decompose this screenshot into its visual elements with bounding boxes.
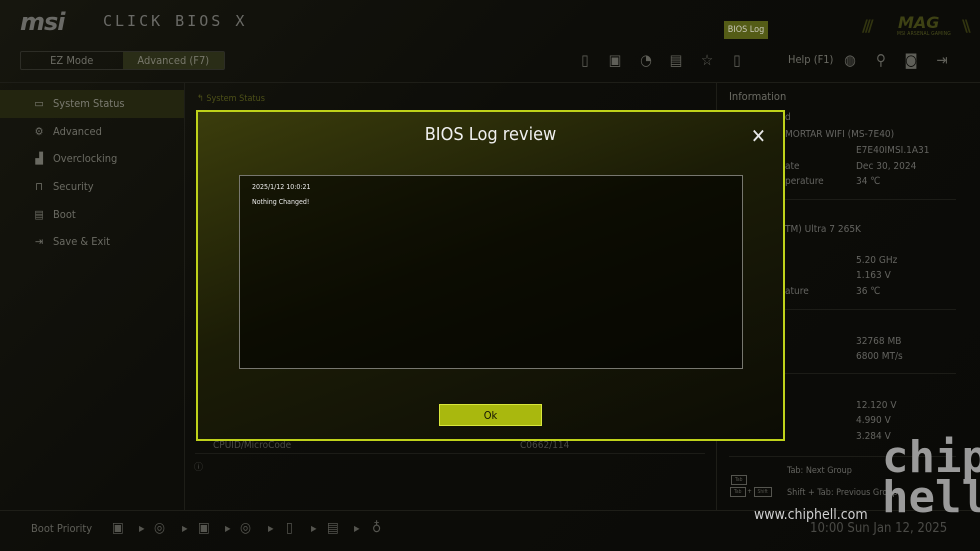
boot-device-optical-icon[interactable]: ◎ (240, 520, 251, 536)
mag-logo-subtitle: MSI ARSENAL GAMING (897, 31, 951, 37)
sidebar-item-security[interactable]: ⊓ Security (0, 173, 184, 201)
row-label: CPUID/MicroCode (213, 440, 292, 451)
chart-icon: ▟ (35, 152, 43, 166)
arrow-icon: ▶ (225, 524, 231, 533)
watermark-text: www.chiphell.com (754, 507, 868, 523)
close-icon[interactable]: ✕ (751, 124, 766, 148)
bios-log-dialog: BIOS Log review ✕ 2025/1/12 10:0:21 Noth… (196, 110, 785, 441)
cpu-name: TM) Ultra 7 265K (785, 224, 861, 235)
hint-previous-group: Shift + Tab: Previous Group (787, 488, 898, 498)
ez-mode-tab[interactable]: EZ Mode (21, 52, 123, 69)
mode-switch: EZ Mode Advanced (F7) (20, 51, 225, 70)
drive-icon: ▤ (34, 207, 44, 221)
board-temp-label: perature (785, 176, 824, 187)
hint-next-group: Tab: Next Group (787, 466, 852, 476)
log-timestamp: 2025/1/12 10:0:21 (252, 183, 311, 191)
arrow-icon: ▶ (268, 524, 274, 533)
voltage-5v: 4.990 V (856, 415, 891, 426)
board-name: MORTAR WIFI (MS-7E40) (785, 129, 895, 140)
cpu-temp: 36 ℃ (856, 286, 881, 297)
divider (195, 453, 705, 454)
app-title: CLICK BIOS X (103, 12, 248, 30)
dialog-title: BIOS Log review (424, 124, 557, 145)
lock-icon: ⊓ (35, 180, 43, 194)
search-icon[interactable]: ⚲ (871, 50, 891, 70)
log-content: 2025/1/12 10:0:21 Nothing Changed! (239, 175, 743, 369)
hardware-monitor-icon[interactable]: ▤ (666, 50, 686, 70)
arrow-icon: ▶ (139, 524, 145, 533)
sidebar-item-label: Security (53, 180, 94, 194)
gauge-icon[interactable]: ◔ (636, 50, 656, 70)
arrow-icon: ▶ (182, 524, 188, 533)
chiphell-watermark-logo: chip hell (882, 432, 980, 523)
monitor-icon: ▭ (34, 97, 44, 111)
arrow-icon: ▶ (311, 524, 317, 533)
favorites-star-icon[interactable]: ☆ (697, 50, 717, 70)
board-label: d (785, 112, 791, 123)
datetime: 10:00 Sun Jan 12, 2025 (810, 521, 948, 536)
camera-icon[interactable]: ◙ (901, 50, 921, 70)
file-icon[interactable]: ▯ (727, 50, 747, 70)
sidebar-item-save-exit[interactable]: ⇥ Save & Exit (0, 228, 184, 256)
breadcrumb: ↰ System Status (197, 94, 265, 104)
info-icon: ⓘ (194, 463, 204, 473)
back-icon[interactable]: ↰ (197, 94, 206, 104)
bios-date: Dec 30, 2024 (856, 161, 917, 172)
voltage-12v: 12.120 V (856, 400, 897, 411)
ok-button[interactable]: Ok (439, 404, 542, 426)
shift-tab-keys-icon: Tab + Shift (730, 487, 772, 497)
sidebar-item-advanced[interactable]: ⚙ Advanced (0, 118, 184, 146)
breadcrumb-label: System Status (206, 94, 265, 104)
sidebar-item-overclocking[interactable]: ▟ Overclocking (0, 145, 184, 173)
cpu-voltage: 1.163 V (856, 270, 891, 281)
boot-device-usb-icon[interactable]: ▯ (286, 520, 293, 536)
row-value: C0662/114 (520, 440, 570, 451)
boot-priority-label: Boot Priority (31, 522, 93, 535)
sidebar-item-label: Overclocking (53, 152, 118, 166)
boot-device-network-icon[interactable]: ♁ (372, 520, 381, 536)
sidebar-item-label: System Status (53, 97, 125, 111)
log-message: Nothing Changed! (252, 198, 310, 206)
arrow-icon: ▶ (354, 524, 360, 533)
sidebar-item-label: Boot (53, 207, 76, 221)
exit-icon[interactable]: ⇥ (932, 50, 952, 70)
sidebar-item-label: Save & Exit (53, 235, 111, 249)
info-title: Information (729, 90, 787, 103)
boot-device-hdd-icon[interactable]: ▣ (198, 520, 210, 536)
mag-logo: MAG (898, 13, 940, 32)
exit-icon: ⇥ (34, 235, 44, 249)
cpu-temp-label: ature (785, 286, 809, 297)
boot-device-hdd-icon[interactable]: ▣ (112, 520, 124, 536)
help-button[interactable]: Help (F1) (788, 53, 833, 66)
stripe-decoration: \\ (962, 16, 971, 35)
msi-logo: msi (20, 8, 66, 36)
boot-device-floppy-icon[interactable]: ▤ (327, 520, 339, 536)
memory-size: 32768 MB (856, 336, 902, 347)
language-globe-icon[interactable]: ◍ (840, 50, 860, 70)
bios-date-label: ate (785, 161, 800, 172)
divider (184, 83, 185, 510)
gear-icon: ⚙ (34, 124, 44, 138)
memory-speed: 6800 MT/s (856, 351, 903, 362)
boot-device-optical-icon[interactable]: ◎ (154, 520, 165, 536)
divider (0, 82, 980, 83)
sidebar-item-boot[interactable]: ▤ Boot (0, 200, 184, 228)
tab-key-icon: Tab (731, 466, 747, 485)
cpu-frequency: 5.20 GHz (856, 255, 898, 266)
board-temp: 34 ℃ (856, 176, 881, 187)
advanced-mode-tab[interactable]: Advanced (F7) (122, 52, 224, 69)
stripe-decoration: /// (862, 16, 873, 35)
bios-log-button[interactable]: BIOS Log (724, 21, 768, 39)
usb-icon[interactable]: ▯ (575, 50, 595, 70)
sidebar-item-system-status[interactable]: ▭ System Status (0, 90, 184, 118)
sidebar-item-label: Advanced (53, 124, 102, 138)
sidebar: ▭ System Status ⚙ Advanced ▟ Overclocking ⊓… (0, 90, 184, 256)
cpu-icon[interactable]: ▣ (605, 50, 625, 70)
bios-version: E7E40IMSI.1A31 (856, 145, 930, 156)
